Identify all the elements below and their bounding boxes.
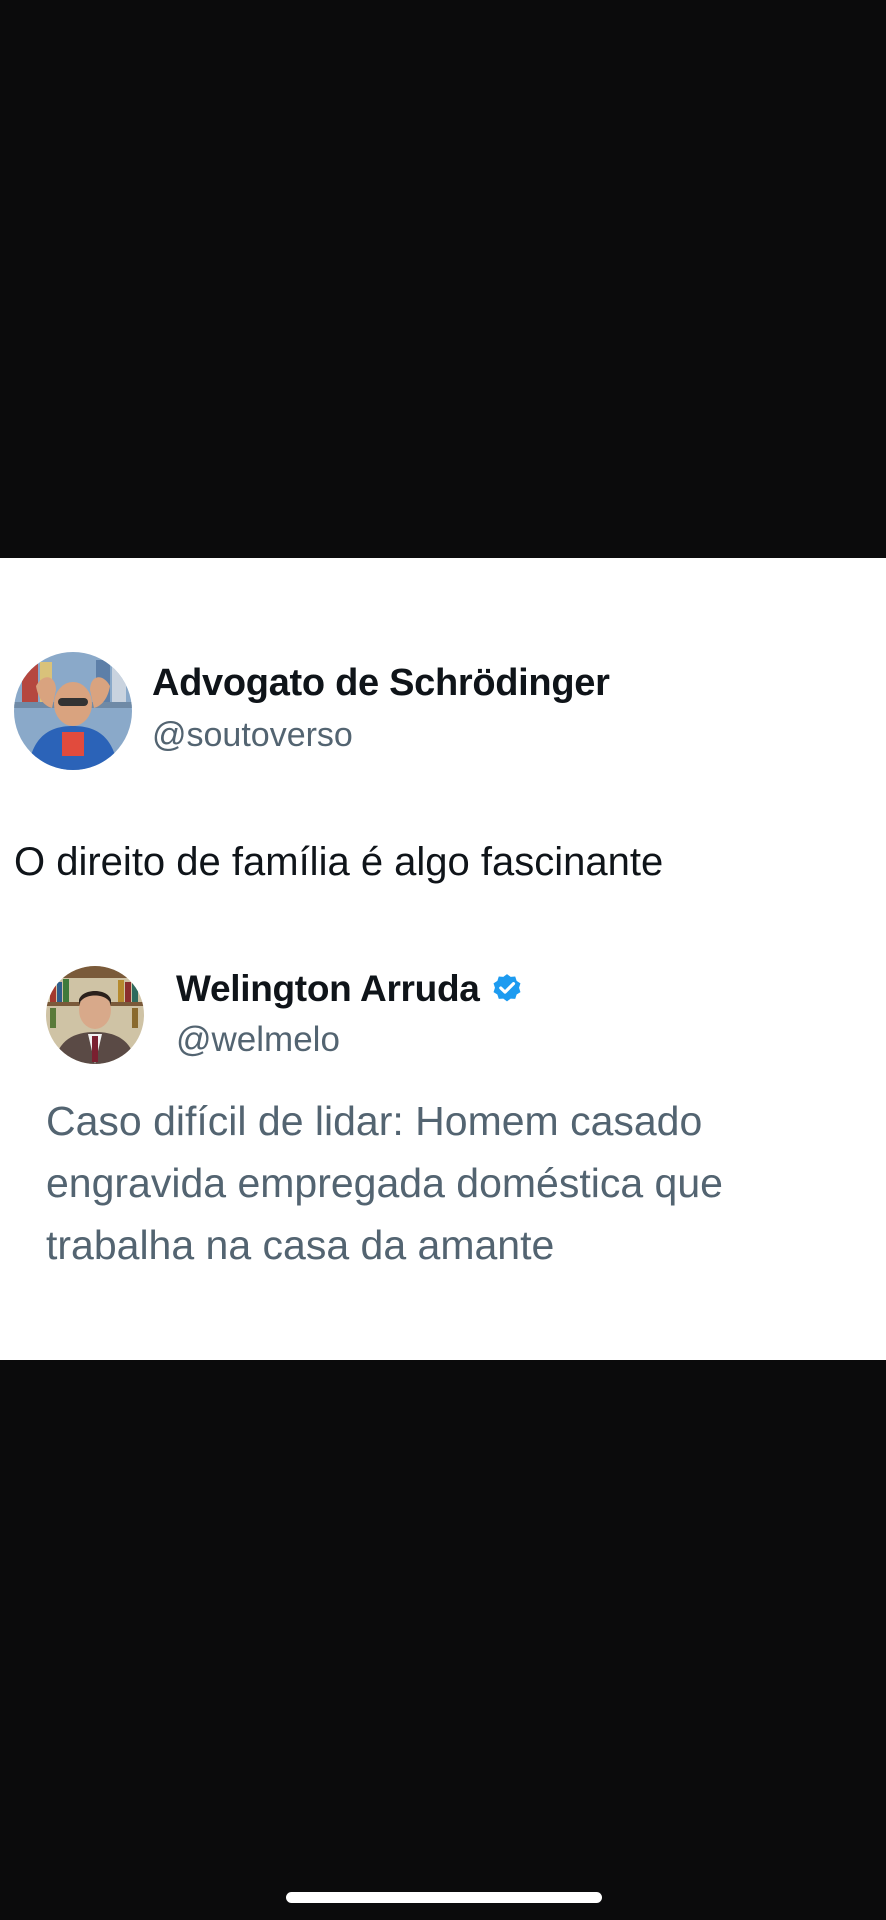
quoted-post-text-line: trabalha na casa da amante	[46, 1222, 555, 1268]
quoted-post-text: Caso difícil de lidar: Homem casado engr…	[46, 1090, 866, 1276]
quoted-author-avatar[interactable]	[46, 966, 144, 1064]
quoted-post-text-line: Caso difícil de lidar: Homem casado	[46, 1098, 703, 1144]
post-text: O direito de família é algo fascinante	[14, 840, 664, 884]
author-name[interactable]: Advogato de Schrödinger	[152, 662, 610, 705]
top-black-area	[0, 0, 886, 558]
screenshot-screen: Advogato de Schrödinger @soutoverso O di…	[0, 0, 886, 1920]
avatar-person-icon	[46, 966, 144, 1064]
verified-badge-icon	[490, 972, 524, 1006]
avatar-person-icon	[14, 652, 132, 770]
author-handle[interactable]: @soutoverso	[152, 716, 353, 755]
quoted-author-row[interactable]: Welington Arruda	[176, 968, 524, 1010]
bottom-black-area	[0, 1360, 886, 1920]
home-indicator[interactable]	[286, 1892, 602, 1903]
quoted-post-text-line: engravida empregada doméstica que	[46, 1160, 723, 1206]
quoted-author-handle[interactable]: @welmelo	[176, 1020, 340, 1060]
author-avatar[interactable]	[14, 652, 132, 770]
quoted-author-name[interactable]: Welington Arruda	[176, 968, 480, 1010]
